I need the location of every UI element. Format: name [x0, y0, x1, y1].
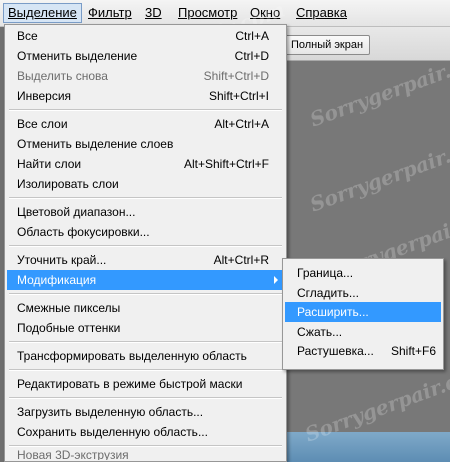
menu-item-label: Трансформировать выделенную область: [17, 349, 247, 363]
menu-item-label: Отменить выделение слоев: [17, 137, 174, 151]
submenu-item-border[interactable]: Граница...: [285, 263, 441, 283]
menu-item-refine-edge[interactable]: Уточнить край... Alt+Ctrl+R: [7, 250, 284, 270]
fullscreen-button[interactable]: Полный экран: [284, 35, 370, 55]
menu-separator: [9, 369, 282, 371]
menu-item-similar[interactable]: Подобные оттенки: [7, 318, 284, 338]
menu-item-label: Цветовой диапазон...: [17, 205, 136, 219]
menu-item-label: Изолировать слои: [17, 177, 119, 191]
menu-item-shortcut: Ctrl+A: [235, 29, 269, 43]
menu-item-isolate-layers[interactable]: Изолировать слои: [7, 174, 284, 194]
menu-separator: [9, 197, 282, 199]
menu-item-shortcut: Alt+Shift+Ctrl+F: [183, 157, 269, 171]
submenu-item-label: Сжать...: [297, 325, 343, 339]
menu-help[interactable]: Справка: [292, 4, 351, 22]
select-menu: Все Ctrl+A Отменить выделение Ctrl+D Выдел…: [4, 24, 287, 462]
menu-item-shortcut: Ctrl+D: [234, 49, 269, 63]
submenu-item-shortcut: Shift+F6: [390, 344, 436, 358]
menu-separator: [9, 293, 282, 295]
menu-item-load-selection[interactable]: Загрузить выделенную область...: [7, 402, 284, 422]
submenu-item-contract[interactable]: Сжать...: [285, 322, 441, 342]
menu-item-modify[interactable]: Модификация: [7, 270, 284, 290]
menu-select[interactable]: Выделение: [3, 3, 82, 23]
menu-item-color-range[interactable]: Цветовой диапазон...: [7, 202, 284, 222]
menu-item-save-selection[interactable]: Сохранить выделенную область...: [7, 422, 284, 442]
menu-filter[interactable]: Фильтр: [84, 4, 136, 22]
submenu-item-smooth[interactable]: Сгладить...: [285, 283, 441, 303]
menu-item-focus-area[interactable]: Область фокусировки...: [7, 222, 284, 242]
menu-item-label: Загрузить выделенную область...: [17, 405, 204, 419]
menu-item-label: Сохранить выделенную область...: [17, 425, 208, 439]
menu-item-transform-selection[interactable]: Трансформировать выделенную область: [7, 346, 284, 366]
menu-item-label: Новая 3D-экструзия: [17, 448, 129, 460]
menu-item-quick-mask[interactable]: Редактировать в режиме быстрой маски: [7, 374, 284, 394]
menu-item-label: Отменить выделение: [17, 49, 138, 63]
menu-item-deselect-layers[interactable]: Отменить выделение слоев: [7, 134, 284, 154]
menu-item-shortcut: Alt+Ctrl+A: [214, 117, 269, 131]
modify-submenu: Граница... Сгладить... Расширить... Сжат…: [282, 258, 444, 370]
menu-separator: [9, 397, 282, 399]
menu-separator: [9, 445, 282, 447]
submenu-item-expand[interactable]: Расширить...: [285, 302, 441, 322]
submenu-item-label: Граница...: [297, 266, 354, 280]
menu-item-all-layers[interactable]: Все слои Alt+Ctrl+A: [7, 114, 284, 134]
menu-item-label: Инверсия: [17, 89, 72, 103]
submenu-item-label: Растушевка...: [297, 344, 374, 358]
menu-item-deselect[interactable]: Отменить выделение Ctrl+D: [7, 46, 284, 66]
menu-item-reselect: Выделить снова Shift+Ctrl+D: [7, 66, 284, 86]
menu-item-shortcut: Alt+Ctrl+R: [213, 253, 269, 267]
menu-item-shortcut: Shift+Ctrl+D: [203, 69, 269, 83]
submenu-item-label: Расширить...: [297, 305, 369, 319]
menu-item-label: Найти слои: [17, 157, 82, 171]
menu-item-label: Редактировать в режиме быстрой маски: [17, 377, 243, 391]
menu-item-label: Подобные оттенки: [17, 321, 121, 335]
menu-item-3d-extrusion: Новая 3D-экструзия: [7, 448, 284, 460]
menu-item-all[interactable]: Все Ctrl+A: [7, 26, 284, 46]
menu-separator: [9, 245, 282, 247]
menu-item-label: Выделить снова: [17, 69, 108, 83]
menu-separator: [9, 341, 282, 343]
menu-item-label: Область фокусировки...: [17, 225, 150, 239]
menu-item-label: Модификация: [17, 273, 97, 287]
menu-3d[interactable]: 3D: [141, 4, 166, 22]
menu-item-inverse[interactable]: Инверсия Shift+Ctrl+I: [7, 86, 284, 106]
menu-item-shortcut: Shift+Ctrl+I: [208, 89, 269, 103]
menu-item-label: Смежные пикселы: [17, 301, 121, 315]
submenu-item-feather[interactable]: Растушевка... Shift+F6: [285, 341, 441, 361]
submenu-arrow-icon: [274, 276, 278, 284]
menu-item-label: Все: [17, 29, 38, 43]
menu-item-label: Уточнить край...: [17, 253, 107, 267]
menu-item-grow[interactable]: Смежные пикселы: [7, 298, 284, 318]
menu-item-label: Все слои: [17, 117, 68, 131]
menu-item-find-layers[interactable]: Найти слои Alt+Shift+Ctrl+F: [7, 154, 284, 174]
menu-separator: [9, 109, 282, 111]
submenu-item-label: Сгладить...: [297, 286, 359, 300]
